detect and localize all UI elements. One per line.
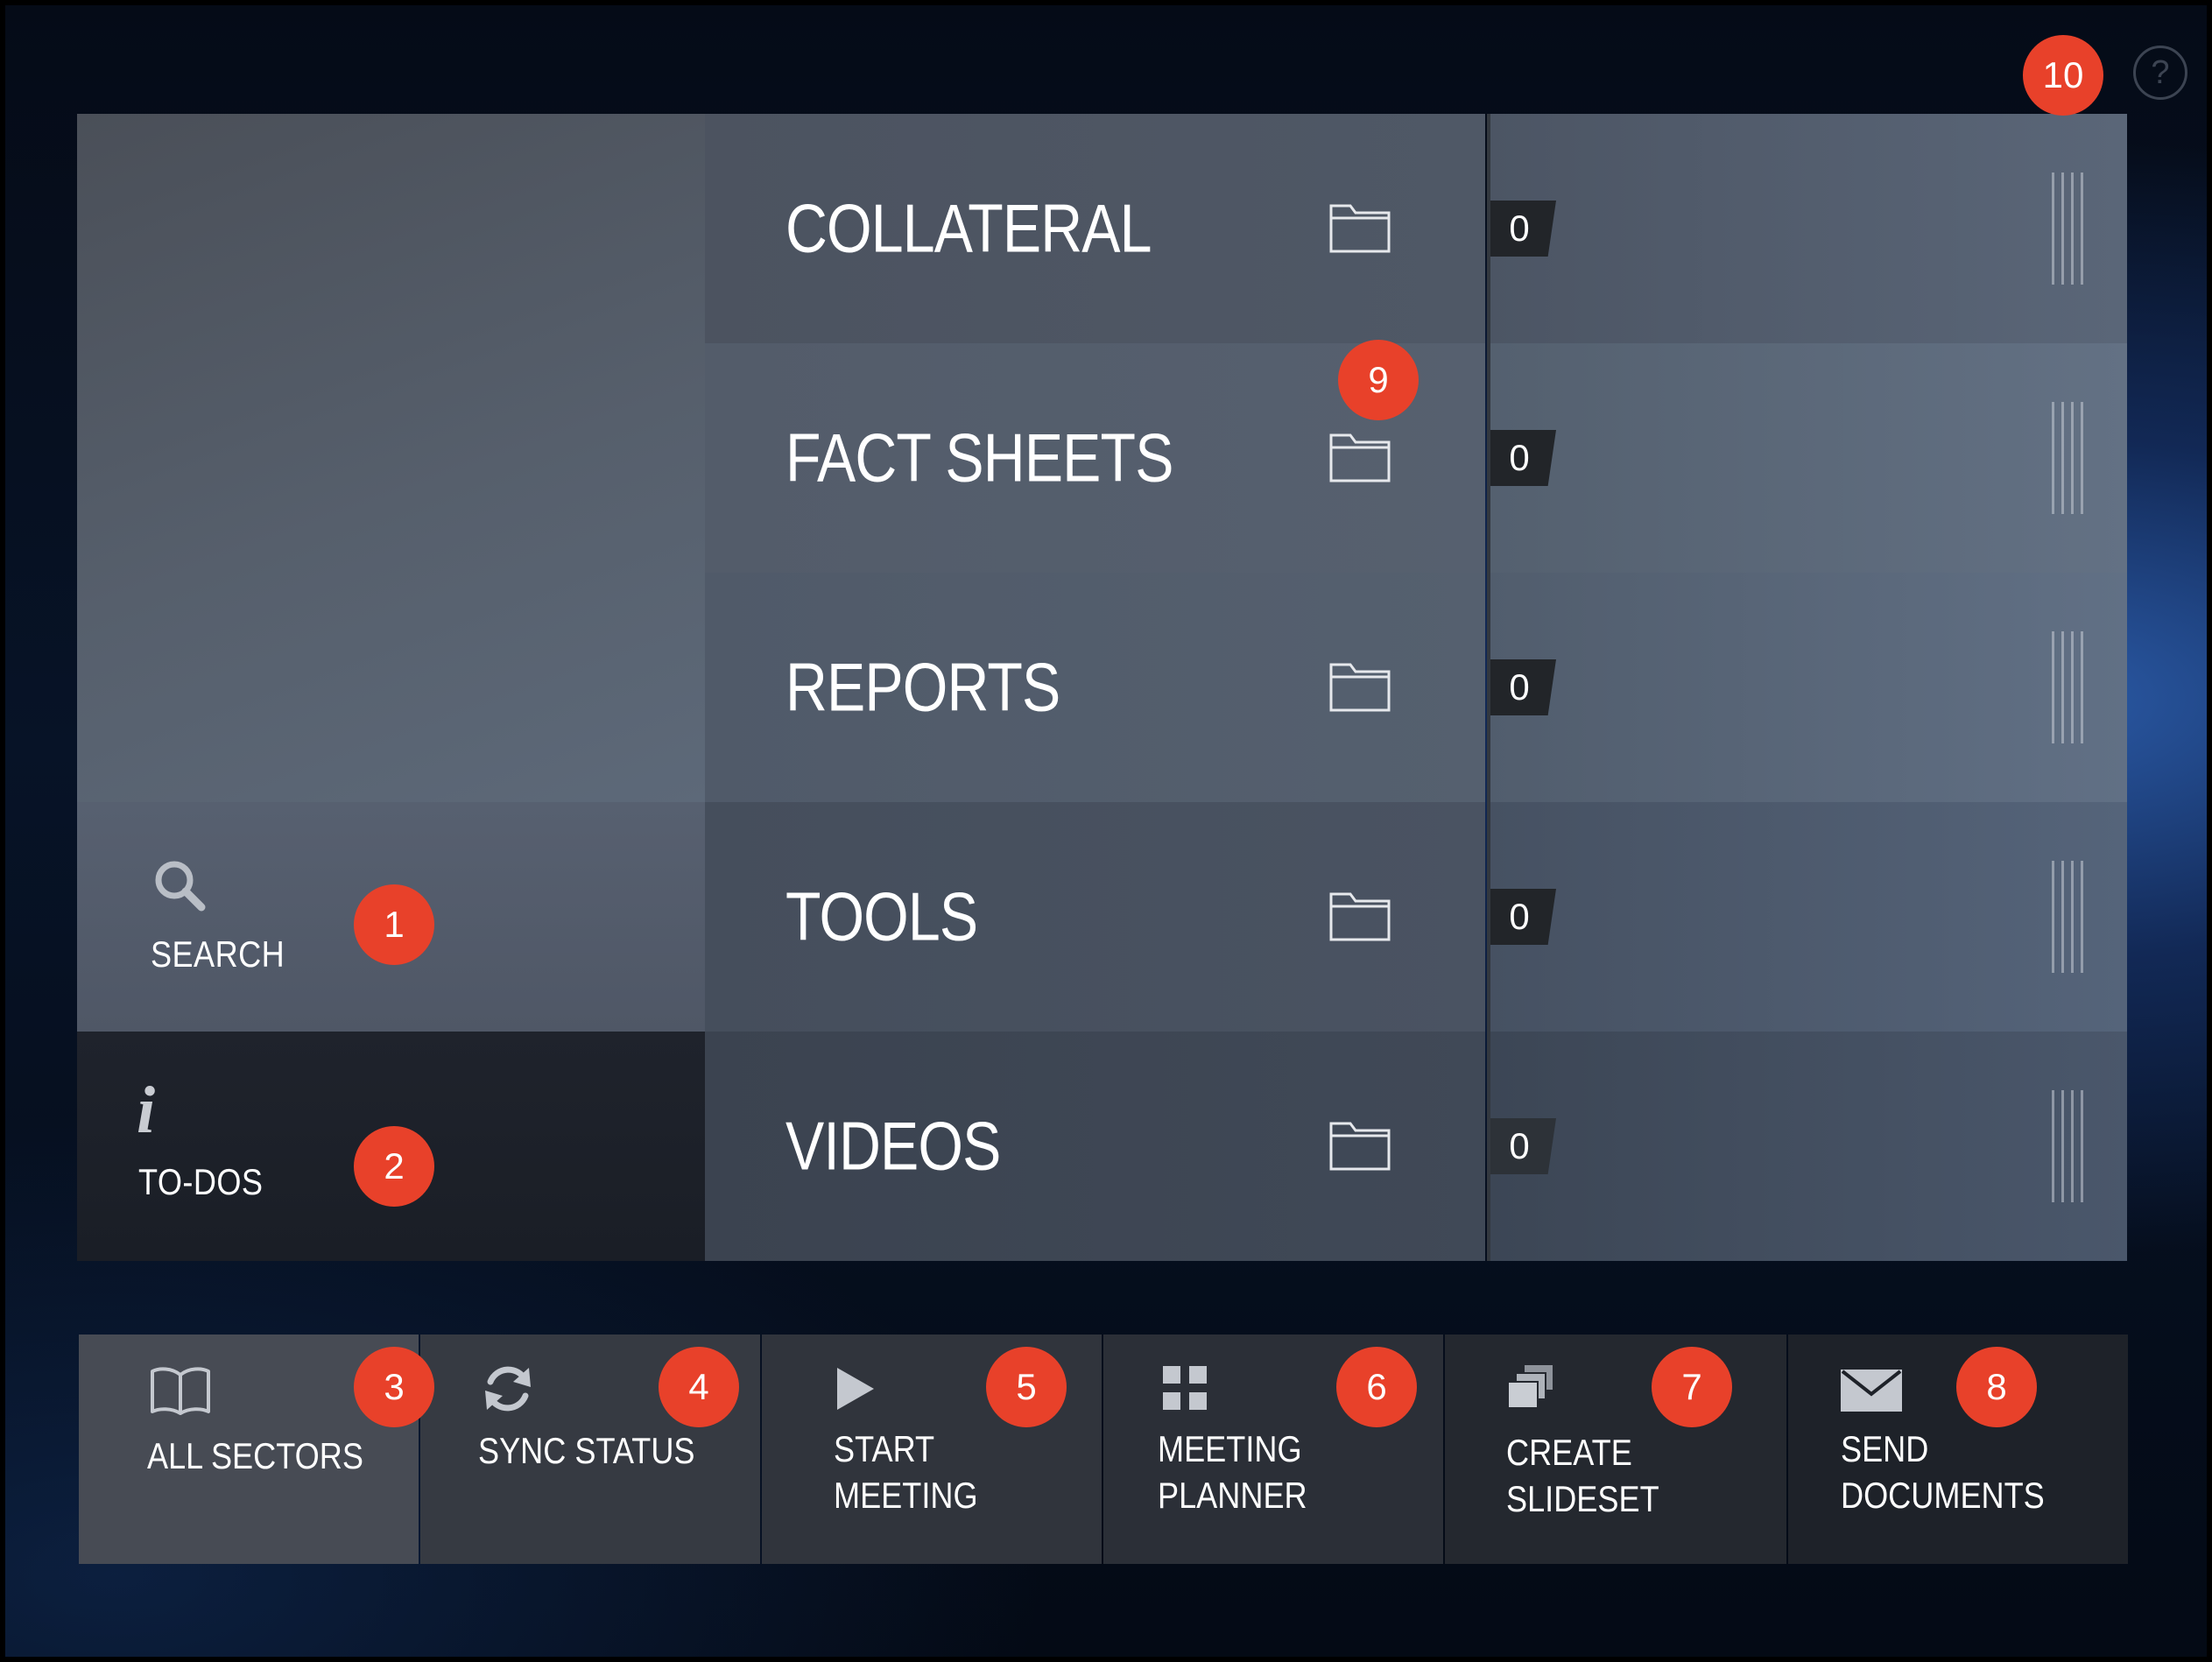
play-icon (837, 1368, 874, 1410)
search-icon (155, 861, 206, 912)
grid-icon (1163, 1366, 1207, 1410)
callout-badge-2: 2 (354, 1126, 434, 1207)
stack-icon (1507, 1363, 1554, 1409)
create-slideset-button[interactable]: CREATE SLIDESET (1445, 1335, 1786, 1564)
sync-status-label: SYNC STATUS (478, 1430, 695, 1471)
category-count-cell: 0 (1488, 802, 2127, 1032)
count-badge: 0 (1488, 201, 1556, 257)
book-icon (151, 1367, 210, 1415)
category-row-reports[interactable]: REPORTS 0 (705, 573, 2127, 802)
count-badge: 0 (1488, 659, 1556, 715)
category-count-cell: 0 (1488, 573, 2127, 802)
create-slideset-label-line2: SLIDESET (1506, 1478, 1659, 1519)
folder-icon[interactable] (1329, 1118, 1391, 1171)
drag-handle-icon[interactable] (2052, 1090, 2083, 1202)
app-screen: ? SEARCH i TO-DOS COLLATERAL 0 FACT SHEE… (0, 0, 2212, 1662)
count-badge: 0 (1488, 1118, 1556, 1174)
count-badge: 0 (1488, 430, 1556, 486)
folder-icon[interactable] (1329, 889, 1391, 941)
left-panel-blank (77, 114, 705, 802)
meeting-planner-label-line2: PLANNER (1158, 1475, 1307, 1516)
folder-icon[interactable] (1329, 430, 1391, 482)
meeting-planner-label-line1: MEETING (1158, 1428, 1302, 1469)
column-divider (1487, 114, 1490, 1261)
callout-badge-3: 3 (354, 1347, 434, 1427)
category-count-cell: 0 (1488, 343, 2127, 573)
drag-handle-icon[interactable] (2052, 861, 2083, 973)
category-title: REPORTS (785, 648, 1060, 726)
drag-handle-icon[interactable] (2052, 402, 2083, 514)
all-sectors-label: ALL SECTORS (147, 1435, 363, 1476)
callout-badge-7: 7 (1652, 1347, 1732, 1427)
count-badge: 0 (1488, 889, 1556, 945)
category-cell: VIDEOS (705, 1032, 1485, 1261)
search-label: SEARCH (151, 933, 285, 975)
category-cell: REPORTS (705, 573, 1485, 802)
info-icon: i (137, 1074, 156, 1147)
callout-badge-6: 6 (1336, 1347, 1417, 1427)
create-slideset-label-line1: CREATE (1506, 1432, 1632, 1473)
start-meeting-label-line1: START (834, 1428, 935, 1469)
category-row-videos[interactable]: VIDEOS 0 (705, 1032, 2127, 1261)
category-count-cell: 0 (1488, 114, 2127, 343)
category-title: TOOLS (785, 877, 978, 955)
send-documents-label-line2: DOCUMENTS (1841, 1475, 2045, 1516)
callout-badge-5: 5 (986, 1347, 1067, 1427)
category-cell: TOOLS (705, 802, 1485, 1032)
category-title: COLLATERAL (785, 189, 1152, 267)
category-title: VIDEOS (785, 1107, 1001, 1185)
envelope-icon (1841, 1370, 1902, 1412)
help-button[interactable]: ? (2133, 46, 2187, 100)
folder-icon[interactable] (1329, 201, 1391, 253)
category-row-tools[interactable]: TOOLS 0 (705, 802, 2127, 1032)
send-documents-label-line1: SEND (1841, 1428, 1929, 1469)
folder-icon[interactable] (1329, 659, 1391, 712)
sync-icon (485, 1366, 531, 1412)
send-documents-button[interactable]: SEND DOCUMENTS (1788, 1335, 2128, 1564)
category-title: FACT SHEETS (785, 419, 1173, 496)
callout-badge-9: 9 (1338, 340, 1419, 420)
callout-badge-1: 1 (354, 884, 434, 965)
start-meeting-label-line2: MEETING (834, 1475, 978, 1516)
drag-handle-icon[interactable] (2052, 631, 2083, 743)
category-row-collateral[interactable]: COLLATERAL 0 (705, 114, 2127, 343)
todos-label: TO-DOS (138, 1161, 264, 1202)
callout-badge-10: 10 (2023, 35, 2103, 116)
category-count-cell: 0 (1488, 1032, 2127, 1261)
drag-handle-icon[interactable] (2052, 173, 2083, 285)
category-cell: COLLATERAL (705, 114, 1485, 343)
callout-badge-4: 4 (659, 1347, 739, 1427)
callout-badge-8: 8 (1956, 1347, 2037, 1427)
